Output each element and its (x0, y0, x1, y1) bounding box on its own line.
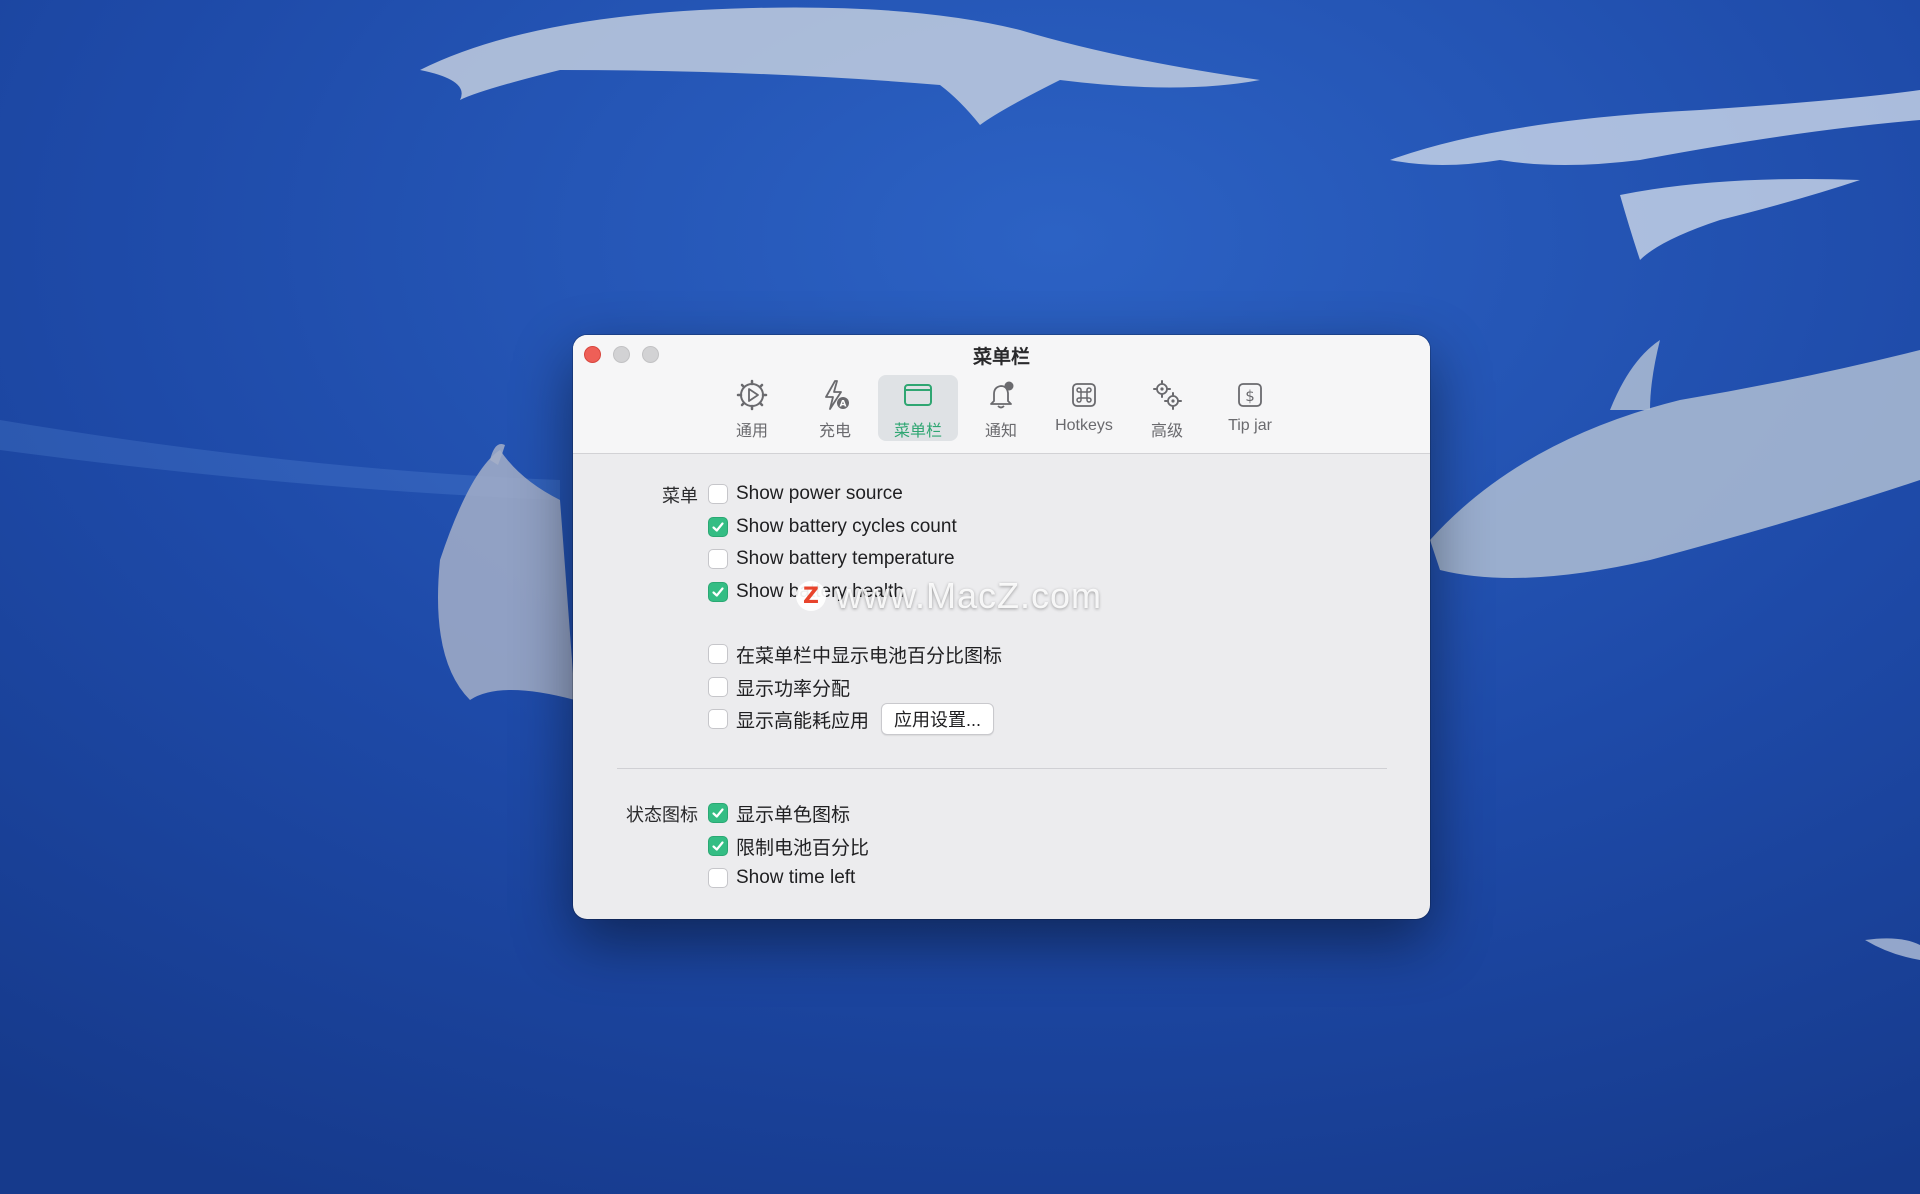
tab-charging[interactable]: A 充电 (795, 375, 875, 441)
option-label: Show battery temperature (736, 548, 955, 569)
dollar-icon: $ (1238, 383, 1262, 407)
option-show-time-left[interactable]: Show time left (708, 866, 855, 890)
gears-icon (1153, 380, 1182, 410)
option-label: Show battery cycles count (736, 516, 957, 537)
preferences-window: 菜单栏 通用 A 充电 菜单栏 通知 Hotkeys 高级 $ Tip jar … (573, 335, 1430, 919)
option-show-battery-temperature[interactable]: Show battery temperature (708, 547, 955, 571)
tab-tipjar[interactable]: $ Tip jar (1210, 375, 1290, 441)
checkbox-checked[interactable] (708, 803, 728, 823)
titlebar: 菜单栏 通用 A 充电 菜单栏 通知 Hotkeys 高级 $ Tip jar (573, 335, 1430, 454)
option-label: Show power source (736, 483, 903, 504)
checkbox[interactable] (708, 868, 728, 888)
svg-text:$: $ (1245, 387, 1255, 405)
option-show-high-energy-apps[interactable]: 显示高能耗应用 应用设置... (708, 703, 995, 735)
checkmark-icon (712, 808, 724, 818)
app-settings-button[interactable]: 应用设置... (881, 703, 995, 735)
checkmark-icon (712, 587, 724, 597)
menu-section-label: 菜单 (662, 486, 698, 506)
tab-hotkeys-label: Hotkeys (1055, 417, 1113, 434)
tab-notifications-label: 通知 (984, 423, 1017, 440)
option-show-power-source[interactable]: Show power source (708, 482, 903, 506)
window-title: 菜单栏 (972, 347, 1030, 368)
menubar-window-icon (904, 384, 932, 406)
option-show-battery-health[interactable]: Show battery health (708, 580, 904, 604)
tab-notifications[interactable]: 通知 (961, 375, 1041, 441)
section-divider (617, 768, 1387, 769)
tab-advanced-label: 高级 (1150, 423, 1183, 440)
option-label: 在菜单栏中显示电池百分比图标 (736, 645, 1003, 667)
checkbox-checked[interactable] (708, 517, 728, 537)
option-menubar-battery-percent-icon[interactable]: 在菜单栏中显示电池百分比图标 (708, 642, 1003, 667)
tab-menubar[interactable]: 菜单栏 (878, 375, 958, 441)
tab-charging-label: 充电 (818, 423, 851, 440)
option-show-battery-cycles[interactable]: Show battery cycles count (708, 515, 957, 539)
bolt-auto-icon: A (825, 380, 849, 410)
checkbox[interactable] (708, 677, 728, 697)
option-label: 显示功率分配 (736, 678, 851, 700)
svg-text:A: A (840, 400, 847, 410)
option-limit-battery-percent[interactable]: 限制电池百分比 (708, 834, 870, 859)
checkmark-icon (712, 841, 724, 851)
option-show-power-distribution[interactable]: 显示功率分配 (708, 675, 851, 700)
checkbox[interactable] (708, 549, 728, 569)
option-label: 限制电池百分比 (736, 837, 870, 859)
tab-hotkeys[interactable]: Hotkeys (1044, 375, 1124, 441)
checkmark-icon (712, 522, 724, 532)
option-label: Show time left (736, 867, 856, 888)
option-label: 显示单色图标 (736, 804, 851, 826)
option-label: 显示高能耗应用 (736, 710, 870, 732)
checkbox[interactable] (708, 484, 728, 504)
tab-general-label: 通用 (735, 423, 768, 440)
checkbox-checked[interactable] (708, 582, 728, 602)
tab-tipjar-label: Tip jar (1228, 417, 1272, 434)
menubar-settings-pane: 菜单 Show power source Show battery cycles… (573, 454, 1430, 919)
option-label: Show battery health (736, 581, 904, 602)
gear-play-icon (736, 379, 768, 411)
checkbox[interactable] (708, 644, 728, 664)
tab-advanced[interactable]: 高级 (1127, 375, 1207, 441)
command-key-icon (1072, 383, 1096, 407)
status-icon-section-label: 状态图标 (626, 805, 698, 825)
option-monochrome-icon[interactable]: 显示单色图标 (708, 801, 851, 826)
checkbox-checked[interactable] (708, 836, 728, 856)
preferences-toolbar: 通用 A 充电 菜单栏 通知 Hotkeys 高级 $ Tip jar (573, 375, 1430, 443)
bell-badge-icon (990, 381, 1014, 409)
checkbox[interactable] (708, 709, 728, 729)
tab-menubar-label: 菜单栏 (893, 423, 942, 440)
tab-general[interactable]: 通用 (712, 375, 792, 441)
